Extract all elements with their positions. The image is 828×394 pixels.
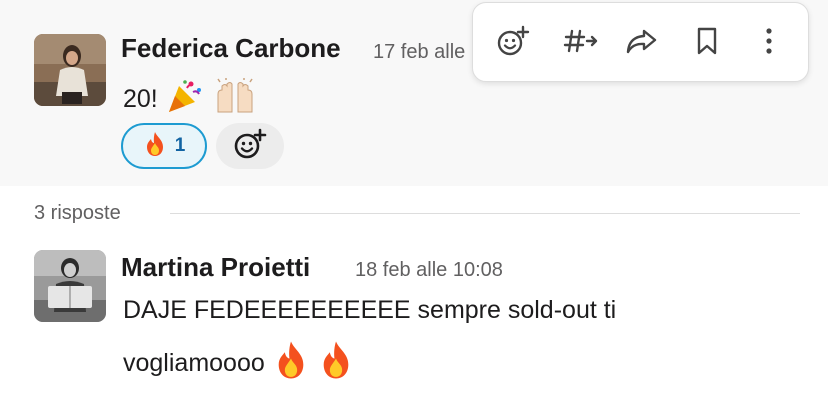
hash-arrow-icon — [563, 26, 599, 61]
toolbar-save-button[interactable] — [687, 23, 727, 63]
fire-icon — [143, 131, 167, 162]
add-emoji-icon — [233, 128, 267, 165]
bookmark-icon — [695, 26, 719, 61]
add-reaction-button[interactable] — [216, 123, 284, 169]
message-body: 20! — [123, 78, 258, 123]
fire-icon — [272, 340, 310, 389]
message-author[interactable]: Martina Proietti — [121, 252, 310, 282]
message-actions-toolbar — [472, 2, 809, 82]
share-arrow-icon — [624, 26, 658, 61]
toolbar-more-actions-button[interactable] — [749, 23, 789, 63]
toolbar-reply-in-thread-button[interactable] — [561, 23, 601, 63]
avatar[interactable] — [34, 34, 106, 106]
more-vertical-icon — [764, 26, 774, 61]
message-text-line-1: DAJE FEDEEEEEEEEEE sempre sold-out ti — [123, 296, 617, 324]
toolbar-add-reaction-button[interactable] — [493, 23, 533, 63]
reaction-count: 1 — [174, 135, 186, 156]
reaction-fire-button[interactable]: 1 — [121, 123, 207, 169]
slack-thread-view: Federica Carbone 17 feb alle 20! 1 3 ris… — [0, 0, 828, 394]
message-body-line-2: vogliamoooo — [123, 340, 355, 389]
toolbar-share-button[interactable] — [621, 23, 661, 63]
parent-message: Federica Carbone 17 feb alle 20! 1 — [0, 0, 828, 186]
message-timestamp[interactable]: 18 feb alle 10:08 — [355, 258, 503, 282]
party-popper-icon — [165, 78, 205, 123]
message-text: 20! — [123, 85, 158, 114]
replies-count-label: 3 risposte — [34, 202, 121, 224]
add-emoji-icon — [496, 25, 530, 62]
avatar[interactable] — [34, 250, 106, 322]
replies-divider — [170, 213, 800, 214]
message-timestamp[interactable]: 17 feb alle — [373, 40, 465, 64]
fire-icon — [317, 340, 355, 389]
message-text-line-2: vogliamoooo — [123, 349, 265, 378]
message-author[interactable]: Federica Carbone — [121, 33, 341, 63]
raising-hands-icon — [212, 78, 258, 123]
